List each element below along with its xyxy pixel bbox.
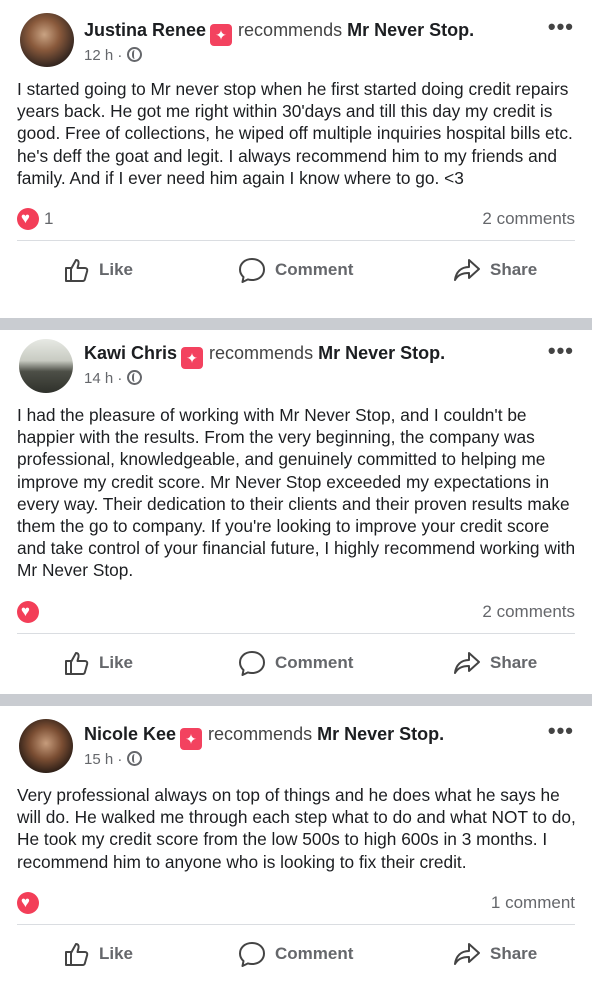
recommend-badge-icon: ✦ bbox=[180, 728, 203, 750]
share-arrow-icon bbox=[454, 259, 480, 282]
like-button[interactable]: Like bbox=[63, 648, 133, 678]
avatar[interactable] bbox=[19, 719, 73, 773]
comment-button[interactable]: Comment bbox=[237, 648, 353, 678]
like-label: Like bbox=[99, 260, 134, 280]
share-label: Share bbox=[490, 652, 538, 672]
post-time[interactable]: 15 h bbox=[84, 751, 113, 768]
post-title-line: Nicole Kee ✦ recommends Mr Never Stop. bbox=[84, 724, 444, 750]
post-stats: 1 2 comments bbox=[17, 199, 575, 242]
thumbs-up-icon bbox=[65, 942, 89, 966]
globe-icon bbox=[126, 751, 142, 766]
comment-bubble-icon bbox=[239, 258, 265, 284]
post-header: Nicole Kee ✦ recommends Mr Never Stop. 15 … bbox=[0, 706, 592, 774]
recommends-text: recommends bbox=[208, 724, 313, 744]
share-arrow-icon bbox=[454, 942, 480, 965]
meta-separator: · bbox=[117, 47, 123, 64]
like-label: Like bbox=[99, 652, 134, 672]
recommend-badge-icon: ✦ bbox=[210, 24, 233, 46]
post-meta: 12 h · bbox=[84, 47, 142, 64]
like-button[interactable]: Like bbox=[63, 939, 133, 969]
post-text: I started going to Mr never stop when he… bbox=[17, 79, 573, 188]
post-title-line: Kawi Chris ✦ recommends Mr Never Stop. bbox=[84, 343, 445, 369]
comment-label: Comment bbox=[275, 652, 354, 672]
heart-icon[interactable] bbox=[17, 208, 39, 231]
recommends-text: recommends bbox=[209, 343, 314, 363]
post-text: Very professional always on top of thing… bbox=[17, 785, 576, 872]
comment-button[interactable]: Comment bbox=[237, 939, 353, 969]
post-time[interactable]: 14 h bbox=[84, 370, 113, 387]
thumbs-up-icon bbox=[65, 651, 89, 675]
avatar[interactable] bbox=[20, 13, 74, 67]
author-name[interactable]: Nicole Kee bbox=[84, 724, 176, 744]
author-name[interactable]: Kawi Chris bbox=[84, 343, 177, 363]
more-options-icon[interactable]: ••• bbox=[548, 14, 574, 40]
reaction-count[interactable]: 1 bbox=[44, 209, 53, 229]
more-options-icon[interactable]: ••• bbox=[548, 718, 574, 744]
comment-button[interactable]: Comment bbox=[237, 255, 353, 285]
comment-count[interactable]: 2 comments bbox=[482, 602, 575, 622]
share-button[interactable]: Share bbox=[452, 939, 537, 969]
comment-bubble-icon bbox=[239, 650, 265, 676]
comment-count[interactable]: 1 comment bbox=[491, 893, 575, 913]
post-divider bbox=[0, 318, 592, 330]
post-meta: 14 h · bbox=[84, 370, 142, 387]
post-text: I had the pleasure of working with Mr Ne… bbox=[17, 405, 576, 581]
comment-bubble-icon bbox=[239, 941, 265, 967]
recommend-badge-icon: ✦ bbox=[181, 347, 204, 369]
heart-icon[interactable] bbox=[17, 891, 39, 914]
comment-label: Comment bbox=[275, 260, 354, 280]
share-arrow-icon bbox=[454, 651, 480, 674]
share-button[interactable]: Share bbox=[452, 255, 537, 285]
post: Kawi Chris ✦ recommends Mr Never Stop. 14 … bbox=[0, 330, 592, 694]
feed: Justina Renee ✦ recommends Mr Never Stop. … bbox=[0, 0, 592, 1002]
globe-icon bbox=[126, 370, 142, 385]
action-bar: Like Comment Share bbox=[0, 925, 592, 981]
page-name[interactable]: Mr Never Stop. bbox=[317, 724, 444, 744]
share-label: Share bbox=[490, 943, 538, 963]
post-time[interactable]: 12 h bbox=[84, 47, 113, 64]
post-stats: 1 comment bbox=[17, 883, 575, 925]
action-bar: Like Comment Share bbox=[0, 241, 592, 297]
avatar[interactable] bbox=[19, 339, 73, 393]
meta-separator: · bbox=[117, 751, 123, 768]
comment-label: Comment bbox=[275, 943, 354, 963]
post-stats: 2 comments bbox=[17, 592, 575, 634]
post-header: Justina Renee ✦ recommends Mr Never Stop. … bbox=[0, 0, 592, 68]
more-options-icon[interactable]: ••• bbox=[548, 338, 574, 364]
post-divider bbox=[0, 694, 592, 706]
action-bar: Like Comment Share bbox=[0, 634, 592, 690]
page-name[interactable]: Mr Never Stop. bbox=[347, 20, 474, 40]
post: Justina Renee ✦ recommends Mr Never Stop. … bbox=[0, 0, 592, 318]
post-title-line: Justina Renee ✦ recommends Mr Never Stop. bbox=[84, 20, 474, 46]
author-name[interactable]: Justina Renee bbox=[84, 20, 206, 40]
thumbs-up-icon bbox=[65, 259, 89, 283]
post-meta: 15 h · bbox=[84, 751, 142, 768]
like-label: Like bbox=[99, 943, 134, 963]
recommends-text: recommends bbox=[238, 20, 343, 40]
comment-count[interactable]: 2 comments bbox=[482, 209, 575, 229]
post-header: Kawi Chris ✦ recommends Mr Never Stop. 14 … bbox=[0, 330, 592, 398]
page-name[interactable]: Mr Never Stop. bbox=[318, 343, 445, 363]
heart-icon[interactable] bbox=[17, 600, 39, 623]
meta-separator: · bbox=[117, 370, 123, 387]
like-button[interactable]: Like bbox=[63, 255, 133, 285]
share-label: Share bbox=[490, 260, 538, 280]
share-button[interactable]: Share bbox=[452, 648, 537, 678]
globe-icon bbox=[126, 47, 142, 62]
post: Nicole Kee ✦ recommends Mr Never Stop. 15 … bbox=[0, 706, 592, 1002]
